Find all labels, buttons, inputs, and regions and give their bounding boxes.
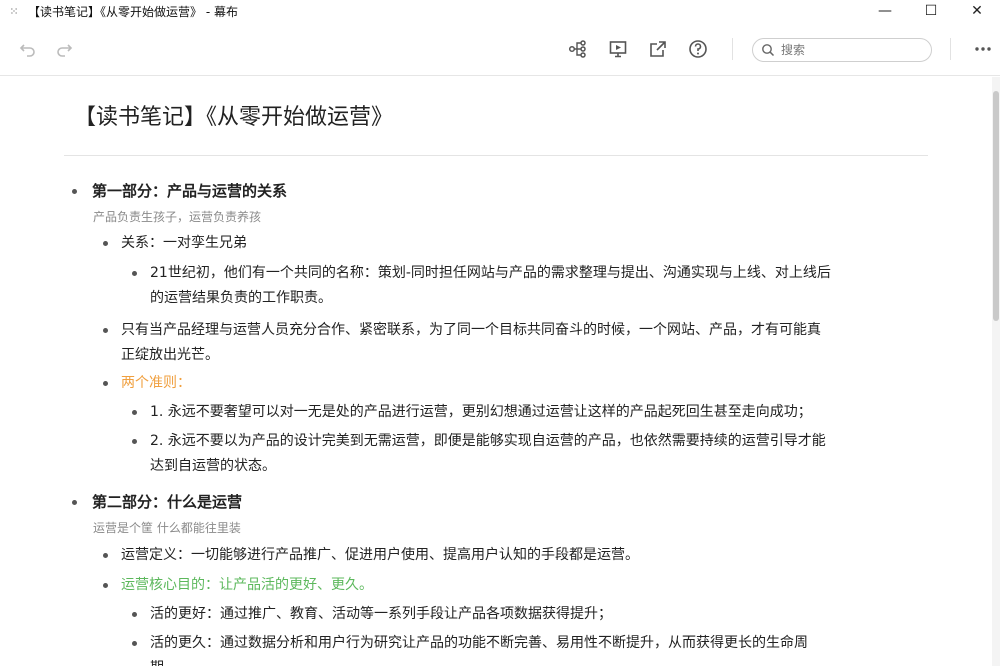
title-bar: ⁙ 【读书笔记】《从零开始做运营》 - 幕布 — ☐ ✕ — [0, 0, 1000, 22]
toolbar — [0, 22, 1000, 76]
bullet-icon[interactable] — [103, 583, 108, 588]
bullet-icon[interactable] — [103, 381, 108, 386]
outline-item[interactable]: 两个准则： — [103, 371, 191, 396]
toolbar-divider — [732, 38, 733, 60]
bullet-icon[interactable] — [103, 553, 108, 558]
mubu-app-icon[interactable]: ⁙ — [6, 5, 22, 18]
bullet-icon[interactable] — [132, 410, 137, 415]
vertical-scrollbar[interactable] — [992, 77, 1000, 666]
bullet-icon[interactable] — [72, 189, 77, 194]
redo-icon[interactable] — [52, 37, 76, 61]
mindmap-icon[interactable] — [566, 37, 590, 61]
outline-item[interactable]: 运营核心目的：让产品活的更好、更久。 — [103, 573, 373, 598]
bullet-icon[interactable] — [132, 439, 137, 444]
maximize-button[interactable]: ☐ — [908, 0, 954, 22]
outline-item[interactable]: 1. 永远不要奢望可以对一无是处的产品进行运营，更别幻想通过运营让这样的产品起死… — [132, 400, 930, 425]
minimize-button[interactable]: — — [862, 0, 908, 22]
outline-note[interactable]: 运营是个筐 什么都能往里装 — [93, 519, 241, 536]
outline-item[interactable]: 2. 永远不要以为产品的设计完美到无需运营，即便是能够实现自运营的产品，也依然需… — [132, 429, 930, 479]
outline-item[interactable]: 活的更久：通过数据分析和用户行为研究让产品的功能不断完善、易用性不断提升，从而获… — [132, 631, 930, 666]
window-controls: — ☐ ✕ — [862, 0, 1000, 22]
share-icon[interactable] — [646, 37, 670, 61]
close-button[interactable]: ✕ — [954, 0, 1000, 22]
bullet-icon[interactable] — [72, 500, 77, 505]
bullet-icon[interactable] — [132, 612, 137, 617]
outline-item[interactable]: 活的更好：通过推广、教育、活动等一系列手段让产品各项数据获得提升； — [132, 602, 930, 627]
outline-item[interactable]: 21世纪初，他们有一个共同的名称：策划-同时担任网站与产品的需求整理与提出、沟通… — [132, 261, 930, 311]
bullet-icon[interactable] — [132, 641, 137, 646]
search-input[interactable] — [779, 42, 913, 58]
help-icon[interactable] — [686, 37, 710, 61]
outline-item[interactable]: 运营定义：一切能够进行产品推广、促进用户使用、提高用户认知的手段都是运营。 — [103, 543, 639, 568]
outline-item[interactable]: 只有当产品经理与运营人员充分合作、紧密联系，为了同一个目标共同奋斗的时候，一个网… — [103, 318, 931, 368]
outline-item[interactable]: 关系：一对孪生兄弟 — [103, 231, 247, 256]
bullet-icon[interactable] — [132, 271, 137, 276]
undo-icon[interactable] — [16, 37, 40, 61]
presentation-icon[interactable] — [606, 37, 630, 61]
outline-heading[interactable]: 第二部分：什么是运营 — [72, 490, 242, 515]
title-divider — [64, 155, 928, 156]
search-icon — [762, 44, 775, 57]
bullet-icon[interactable] — [103, 241, 108, 246]
more-icon[interactable] — [971, 37, 995, 61]
outline-heading[interactable]: 第一部分：产品与运营的关系 — [72, 179, 287, 204]
bullet-icon[interactable] — [103, 328, 108, 333]
document-title[interactable]: 【读书笔记】《从零开始做运营》 — [74, 99, 393, 131]
search-box[interactable] — [752, 38, 932, 62]
document-area: 【读书笔记】《从零开始做运营》 第一部分：产品与运营的关系 产品负责生孩子，运营… — [0, 77, 992, 666]
toolbar-divider — [950, 38, 951, 60]
window-title: 【读书笔记】《从零开始做运营》 - 幕布 — [28, 4, 238, 19]
scrollbar-thumb[interactable] — [993, 91, 999, 321]
outline-note[interactable]: 产品负责生孩子，运营负责养孩 — [93, 208, 261, 225]
